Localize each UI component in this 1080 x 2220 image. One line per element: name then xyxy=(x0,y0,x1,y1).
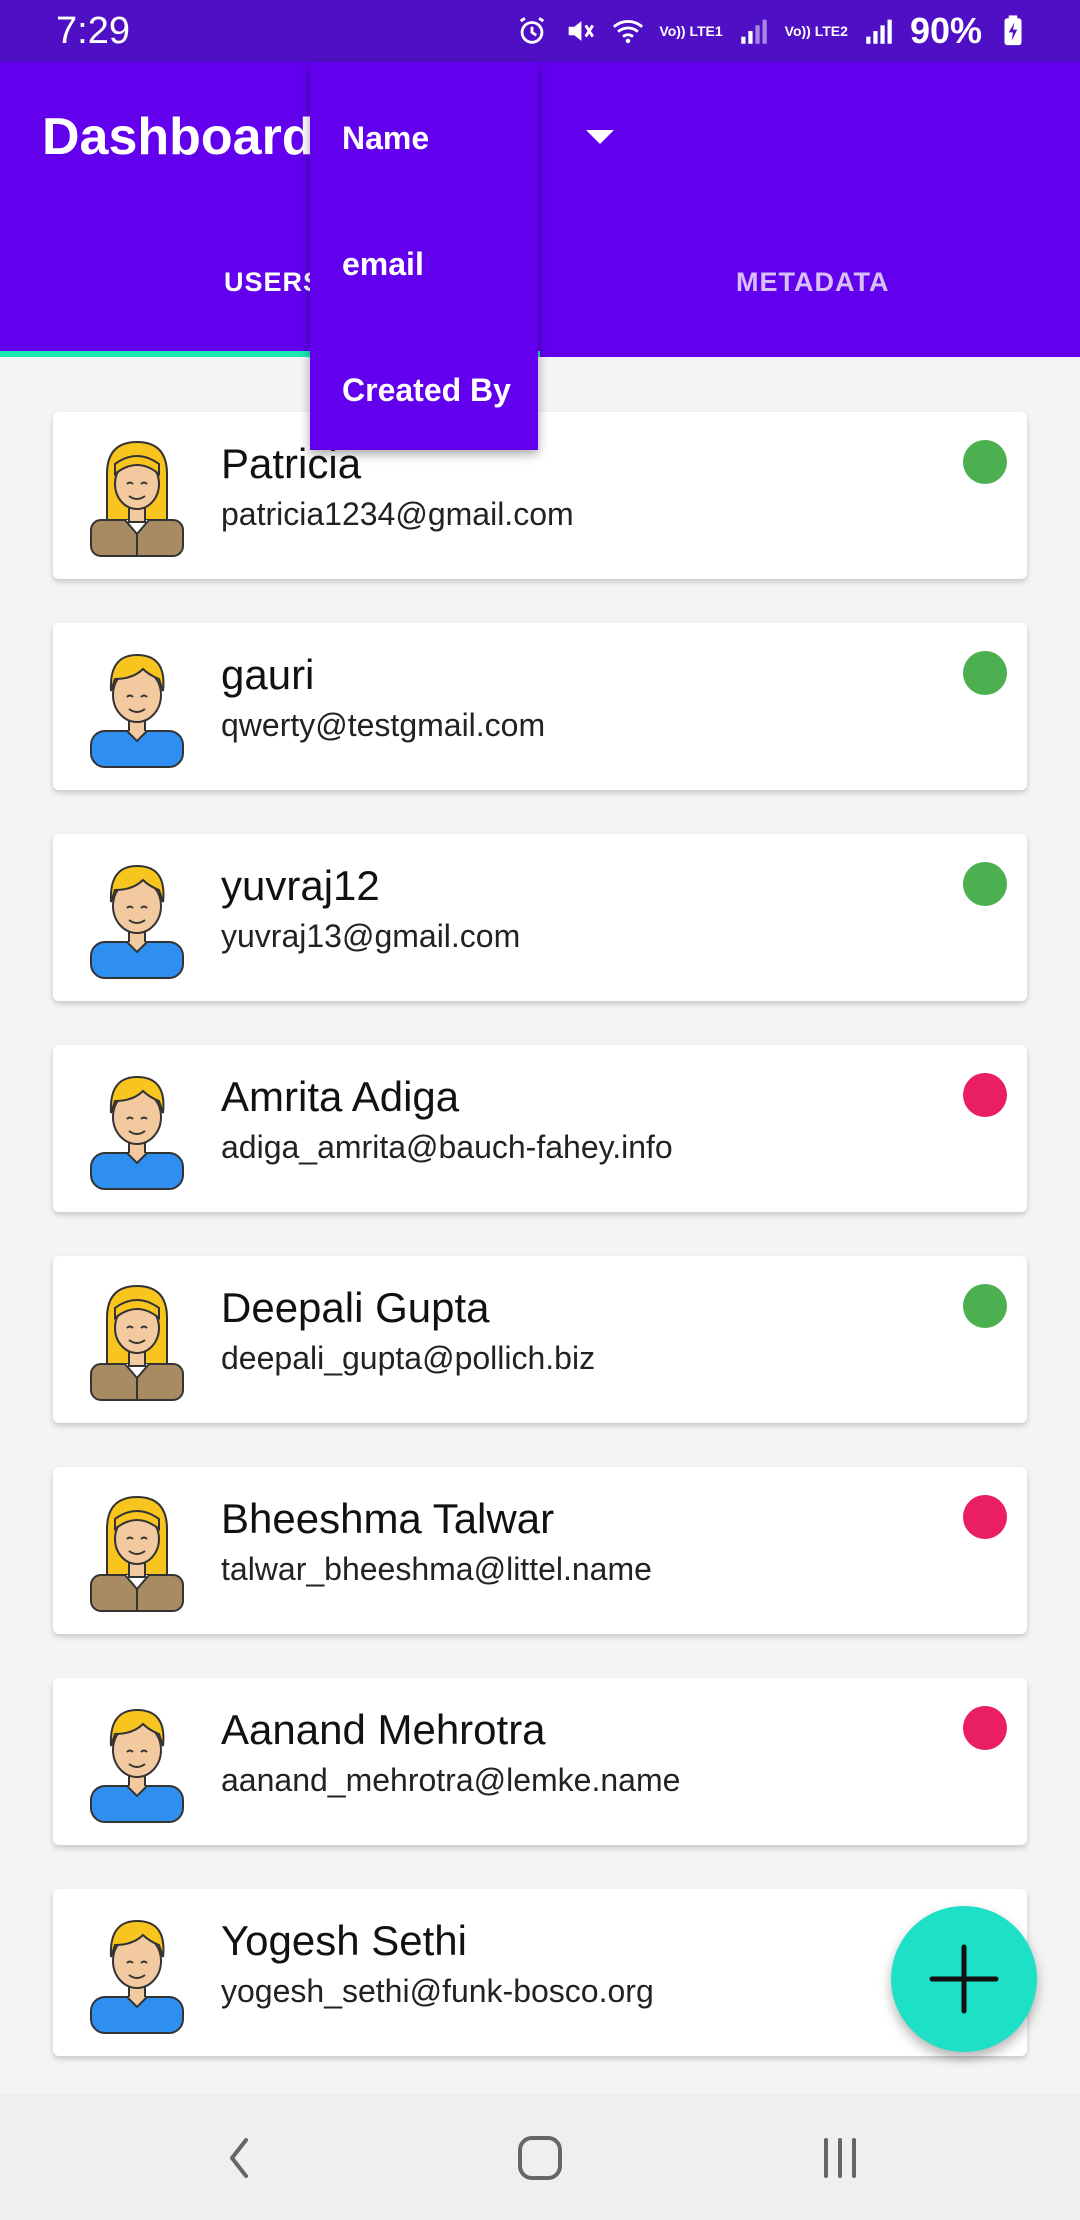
user-card[interactable]: gauri qwerty@testgmail.com xyxy=(53,623,1027,790)
sort-dropdown-arrow-icon[interactable] xyxy=(586,130,614,144)
user-card[interactable]: Yogesh Sethi yogesh_sethi@funk-bosco.org xyxy=(53,1889,1027,2056)
home-icon[interactable] xyxy=(510,2130,570,2186)
plus-icon xyxy=(929,1944,999,2014)
male-avatar-icon xyxy=(87,1067,187,1191)
user-name: Bheeshma Talwar xyxy=(221,1495,555,1542)
user-email: yuvraj13@gmail.com xyxy=(221,918,521,954)
sort-dropdown-menu: Name email Created By xyxy=(310,62,538,450)
battery-charging-icon xyxy=(1004,15,1022,46)
male-avatar-icon xyxy=(87,856,187,980)
user-name: Yogesh Sethi xyxy=(221,1917,467,1964)
female-avatar-icon xyxy=(87,1489,187,1613)
status-dot xyxy=(963,1073,1007,1117)
user-card[interactable]: Deepali Gupta deepali_gupta@pollich.biz xyxy=(53,1256,1027,1423)
user-card[interactable]: Bheeshma Talwar talwar_bheeshma@littel.na… xyxy=(53,1467,1027,1634)
user-email: aanand_mehrotra@lemke.name xyxy=(221,1762,681,1798)
male-avatar-icon xyxy=(87,1700,187,1824)
system-nav-bar xyxy=(0,2094,1080,2220)
user-card[interactable]: Patricia patricia1234@gmail.com xyxy=(53,412,1027,579)
status-time: 7:29 xyxy=(56,10,130,52)
alarm-icon xyxy=(520,17,545,44)
female-avatar-icon xyxy=(87,434,187,558)
status-dot xyxy=(963,1495,1007,1539)
user-email: yogesh_sethi@funk-bosco.org xyxy=(221,1973,654,2009)
sort-option-name[interactable]: Name xyxy=(342,120,429,157)
user-list: Patricia patricia1234@gmail.com gauri qwer… xyxy=(0,357,1080,2097)
status-dot xyxy=(963,440,1007,484)
status-icons: Vo)) LTE1 Vo)) LTE2 90% xyxy=(515,10,1030,52)
user-email: adiga_amrita@bauch-fahey.info xyxy=(221,1129,673,1165)
recent-apps-icon[interactable] xyxy=(810,2130,870,2186)
status-dot xyxy=(963,1706,1007,1750)
status-dot xyxy=(963,651,1007,695)
tab-users[interactable]: USERS xyxy=(224,267,322,298)
add-user-button[interactable] xyxy=(891,1906,1037,2052)
sim2-label: Vo)) LTE2 xyxy=(784,23,848,39)
sim1-label: Vo)) LTE1 xyxy=(659,23,723,39)
user-name: gauri xyxy=(221,651,315,698)
signal-icon xyxy=(740,19,767,44)
user-email: talwar_bheeshma@littel.name xyxy=(221,1551,652,1587)
user-email: qwerty@testgmail.com xyxy=(221,707,546,743)
back-icon[interactable] xyxy=(210,2130,270,2186)
app-bar: Dashboard USERS METADATA xyxy=(0,62,1080,357)
female-avatar-icon xyxy=(87,1278,187,1402)
male-avatar-icon xyxy=(87,1911,187,2035)
user-name: Aanand Mehrotra xyxy=(221,1706,546,1753)
page-title: Dashboard xyxy=(42,108,314,166)
status-dot xyxy=(963,862,1007,906)
male-avatar-icon xyxy=(87,645,187,769)
user-name: yuvraj12 xyxy=(221,862,380,909)
user-name: Amrita Adiga xyxy=(221,1073,460,1120)
user-card[interactable]: Aanand Mehrotra aanand_mehrotra@lemke.nam… xyxy=(53,1678,1027,1845)
status-dot xyxy=(963,1284,1007,1328)
user-card[interactable]: Amrita Adiga adiga_amrita@bauch-fahey.inf… xyxy=(53,1045,1027,1212)
signal-icon xyxy=(866,19,892,44)
battery-percent: 90% xyxy=(909,10,982,51)
status-bar: 7:29 Vo)) LTE1 Vo)) LTE2 90% xyxy=(0,0,1080,62)
tab-metadata[interactable]: METADATA xyxy=(736,267,889,298)
sort-option-email[interactable]: email xyxy=(342,246,424,283)
user-email: deepali_gupta@pollich.biz xyxy=(221,1340,596,1376)
sort-option-created-by[interactable]: Created By xyxy=(342,372,511,409)
wifi-icon xyxy=(613,20,644,44)
user-email: patricia1234@gmail.com xyxy=(221,496,574,532)
user-card[interactable]: yuvraj12 yuvraj13@gmail.com xyxy=(53,834,1027,1001)
mute-icon xyxy=(569,21,595,41)
user-name: Deepali Gupta xyxy=(221,1284,490,1331)
